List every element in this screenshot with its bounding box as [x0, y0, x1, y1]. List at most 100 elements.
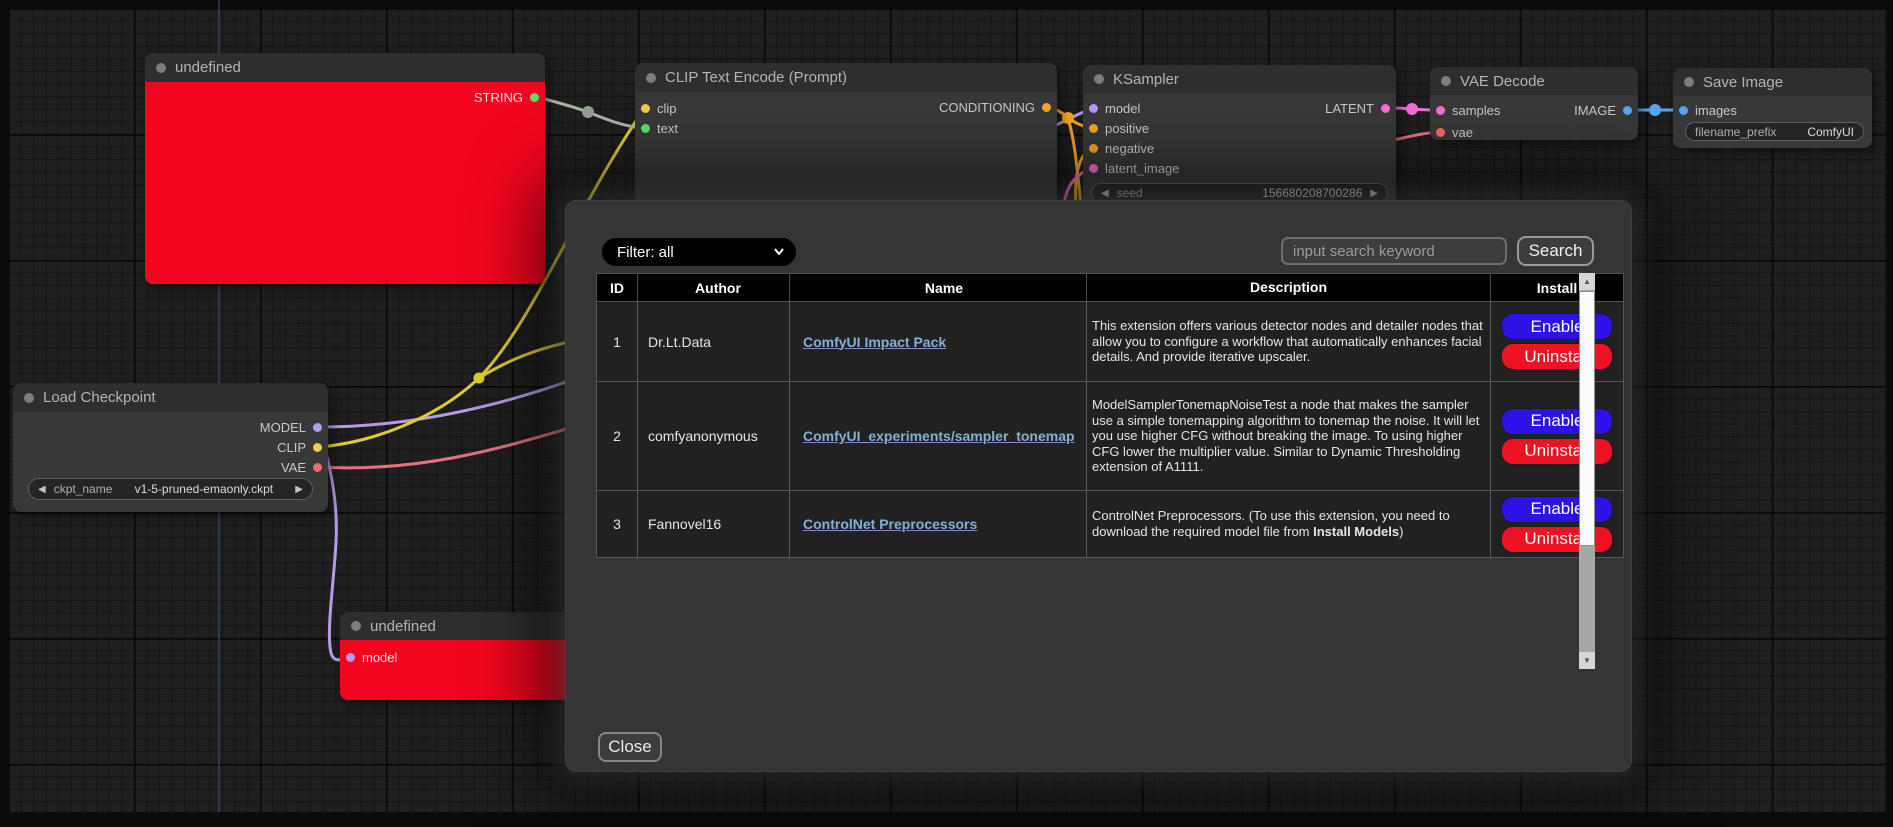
- slot-label: STRING: [474, 90, 523, 105]
- uninstall-button[interactable]: Uninstall: [1501, 438, 1613, 465]
- node-title: undefined: [175, 59, 241, 76]
- port-latent-image-icon[interactable]: [1089, 164, 1098, 173]
- extension-row: 1Dr.Lt.DataComfyUI Impact PackThis exten…: [597, 302, 1624, 382]
- extension-id: 3: [597, 491, 638, 558]
- node-title-bar[interactable]: CLIP Text Encode (Prompt): [635, 63, 1057, 92]
- extension-link[interactable]: ComfyUI Impact Pack: [803, 334, 946, 350]
- node-title: Load Checkpoint: [43, 389, 156, 406]
- filename-prefix-widget[interactable]: filename_prefix ComfyUI: [1685, 122, 1864, 141]
- node-title-bar[interactable]: VAE Decode: [1430, 67, 1638, 95]
- column-header: Install: [1491, 274, 1624, 302]
- input-slot-latent-image[interactable]: latent_image: [1089, 159, 1179, 177]
- node-load-checkpoint[interactable]: Load Checkpoint MODEL CLIP VAE ◀ ckpt_na…: [13, 383, 328, 512]
- enable-button[interactable]: Enable: [1501, 496, 1613, 523]
- extension-name-cell: ComfyUI_experiments/sampler_tonemap: [790, 382, 1087, 491]
- port-model-icon[interactable]: [346, 653, 355, 662]
- node-title-bar[interactable]: Save Image: [1673, 68, 1872, 96]
- node-title: Save Image: [1703, 74, 1783, 91]
- node-title-bar[interactable]: KSampler: [1083, 65, 1396, 93]
- port-image-icon[interactable]: [1623, 106, 1632, 115]
- input-slot-model[interactable]: model: [1089, 99, 1140, 117]
- node-title: KSampler: [1113, 71, 1179, 88]
- node-body: clip text CONDITIONING: [635, 92, 1057, 207]
- search-button[interactable]: Search: [1517, 236, 1594, 266]
- node-status-dot-icon: [156, 63, 166, 73]
- node-title: CLIP Text Encode (Prompt): [665, 69, 847, 86]
- output-slot-image[interactable]: IMAGE: [1574, 101, 1632, 119]
- slot-label: clip: [657, 101, 677, 116]
- input-slot-positive[interactable]: positive: [1089, 119, 1149, 137]
- scroll-down-icon[interactable]: ▼: [1579, 652, 1595, 669]
- input-slot-text[interactable]: text: [641, 119, 678, 137]
- scroll-up-icon[interactable]: ▲: [1579, 273, 1595, 290]
- widget-value: ComfyUI: [1807, 125, 1854, 139]
- column-header: Name: [790, 274, 1087, 302]
- node-undefined-top[interactable]: undefined STRING: [145, 53, 545, 284]
- widget-value: v1-5-pruned-emaonly.ckpt: [135, 482, 274, 496]
- uninstall-button[interactable]: Uninstall: [1501, 343, 1613, 370]
- port-negative-icon[interactable]: [1089, 144, 1098, 153]
- node-status-dot-icon: [24, 393, 34, 403]
- search-input[interactable]: [1281, 237, 1507, 265]
- uninstall-button[interactable]: Uninstall: [1501, 526, 1613, 553]
- increment-arrow-icon[interactable]: ▶: [295, 484, 303, 495]
- input-slot-vae[interactable]: vae: [1436, 123, 1473, 141]
- node-status-dot-icon: [1094, 74, 1104, 84]
- port-images-icon[interactable]: [1679, 106, 1688, 115]
- output-slot-vae[interactable]: VAE: [281, 458, 322, 476]
- close-button[interactable]: Close: [598, 732, 662, 762]
- table-scrollbar[interactable]: ▲ ▼: [1579, 273, 1595, 669]
- input-slot-clip[interactable]: clip: [641, 99, 677, 117]
- increment-arrow-icon[interactable]: ▶: [1370, 188, 1378, 199]
- extension-install-cell: Enable Uninstall: [1491, 382, 1624, 491]
- node-body: STRING: [145, 82, 545, 284]
- slot-label: CONDITIONING: [939, 100, 1035, 115]
- port-samples-icon[interactable]: [1436, 106, 1445, 115]
- output-slot-conditioning[interactable]: CONDITIONING: [939, 98, 1051, 116]
- decrement-arrow-icon[interactable]: ◀: [38, 484, 46, 495]
- node-clip-text-encode[interactable]: CLIP Text Encode (Prompt) clip text COND…: [635, 63, 1057, 207]
- table-header-row: IDAuthorNameDescriptionInstall: [597, 274, 1624, 302]
- node-title-bar[interactable]: Load Checkpoint: [13, 383, 328, 412]
- output-slot-clip[interactable]: CLIP: [277, 438, 322, 456]
- port-text-icon[interactable]: [641, 124, 650, 133]
- slot-label: text: [657, 121, 678, 136]
- node-vae-decode[interactable]: VAE Decode samples vae IMAGE: [1430, 67, 1638, 140]
- extension-description: ControlNet Preprocessors. (To use this e…: [1087, 491, 1491, 558]
- scrollbar-thumb[interactable]: [1579, 291, 1595, 546]
- node-body: model positive negative latent_image LAT…: [1083, 93, 1396, 207]
- port-clip-icon[interactable]: [641, 104, 650, 113]
- port-latent-icon[interactable]: [1381, 104, 1390, 113]
- port-vae-icon[interactable]: [1436, 128, 1445, 137]
- enable-button[interactable]: Enable: [1501, 313, 1613, 340]
- enable-button[interactable]: Enable: [1501, 408, 1613, 435]
- port-positive-icon[interactable]: [1089, 124, 1098, 133]
- slot-label: latent_image: [1105, 161, 1179, 176]
- extension-link[interactable]: ControlNet Preprocessors: [803, 516, 977, 532]
- node-save-image[interactable]: Save Image images filename_prefix ComfyU…: [1673, 68, 1872, 148]
- node-body: MODEL CLIP VAE ◀ ckpt_name v1-5-pruned-e…: [13, 412, 328, 512]
- extension-author: Dr.Lt.Data: [638, 302, 790, 382]
- node-body: samples vae IMAGE: [1430, 95, 1638, 140]
- port-model-icon[interactable]: [1089, 104, 1098, 113]
- port-clip-out-icon[interactable]: [313, 443, 322, 452]
- input-slot-model[interactable]: model: [346, 648, 397, 666]
- port-vae-out-icon[interactable]: [313, 463, 322, 472]
- port-string-icon[interactable]: [530, 93, 539, 102]
- output-slot-model[interactable]: MODEL: [260, 418, 322, 436]
- node-status-dot-icon: [646, 73, 656, 83]
- output-slot-string[interactable]: STRING: [474, 88, 539, 106]
- slot-label: IMAGE: [1574, 103, 1616, 118]
- ckpt-name-widget[interactable]: ◀ ckpt_name v1-5-pruned-emaonly.ckpt ▶: [28, 478, 313, 500]
- node-title-bar[interactable]: undefined: [145, 53, 545, 82]
- output-slot-latent[interactable]: LATENT: [1325, 99, 1390, 117]
- extension-link[interactable]: ComfyUI_experiments/sampler_tonemap: [803, 428, 1075, 444]
- port-conditioning-icon[interactable]: [1042, 103, 1051, 112]
- input-slot-negative[interactable]: negative: [1089, 139, 1154, 157]
- port-model-out-icon[interactable]: [313, 423, 322, 432]
- input-slot-samples[interactable]: samples: [1436, 101, 1500, 119]
- filter-select[interactable]: Filter: all: [602, 238, 796, 266]
- input-slot-images[interactable]: images: [1679, 101, 1737, 119]
- node-ksampler[interactable]: KSampler model positive negative latent_…: [1083, 65, 1396, 207]
- decrement-arrow-icon[interactable]: ◀: [1101, 188, 1109, 199]
